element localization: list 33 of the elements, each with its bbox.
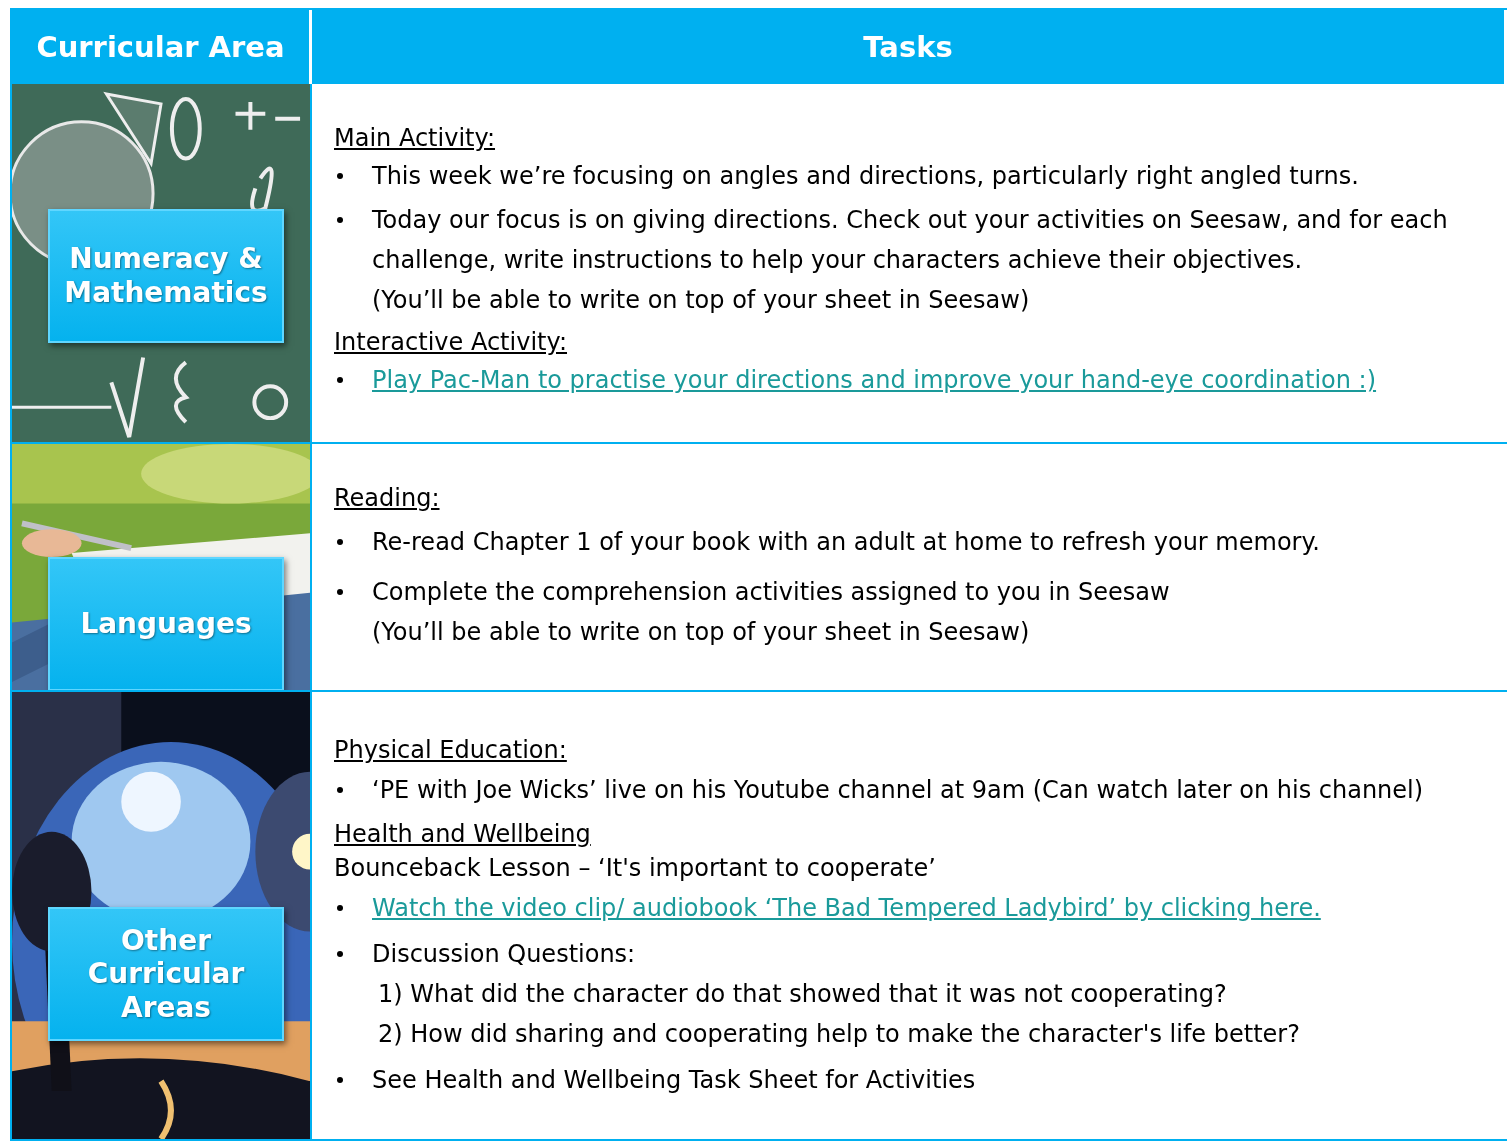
task-text: This week we’re focusing on angles and directions, particularly right angled turns. xyxy=(372,161,1360,192)
link[interactable]: Watch the video clip/ audiobook ‘The Bad Tempered Ladybird’ by clicking here. xyxy=(372,888,1499,928)
paragraph: Bounceback Lesson – ‘It's important to cooperate’ xyxy=(334,854,937,882)
task-text: Discussion Questions: xyxy=(372,939,637,970)
section-heading: Health and Wellbeing xyxy=(334,820,592,848)
bullet-icon xyxy=(337,787,343,793)
bullet-icon xyxy=(337,951,343,957)
task-text: Re-read Chapter 1 of your book with an adult at home to refresh your memory. xyxy=(372,527,1321,558)
task-text: 1) What did the character do that showed that it was not cooperating? xyxy=(377,979,1228,1010)
task-text: 2) How did sharing and cooperating help to make the character's life better? xyxy=(377,1019,1301,1050)
area-label: Other Curricular Areas xyxy=(48,907,284,1041)
bullet-icon xyxy=(337,1077,343,1083)
bullet-icon xyxy=(337,377,343,383)
bullet-icon xyxy=(337,217,343,223)
area-label: Numeracy & Mathematics xyxy=(48,209,284,343)
task-text: Today our focus is on giving directions. Check out your activities on Seesaw, and for each challenge, write instructions to help your characters achieve their objectives. xyxy=(372,205,1449,276)
bullet-icon xyxy=(337,539,343,545)
bullet-icon xyxy=(337,173,343,179)
task-text: ‘PE with Joe Wicks’ live on his Youtube channel at 9am (Can watch later on his channel) xyxy=(372,775,1425,806)
bullet-icon xyxy=(337,589,343,595)
column-header: Tasks xyxy=(312,10,1507,84)
task-text: See Health and Wellbeing Task Sheet for Activities xyxy=(372,1065,977,1096)
task-text: (You’ll be able to write on top of your sheet in Seesaw) xyxy=(372,617,1031,648)
link[interactable]: Play Pac-Man to practise your directions and improve your hand-eye coordination :) xyxy=(372,360,1499,400)
bullet-icon xyxy=(337,905,343,911)
section-heading: Main Activity: xyxy=(334,124,496,152)
section-heading: Reading: xyxy=(334,484,441,512)
section-heading: Interactive Activity: xyxy=(334,328,568,356)
column-header: Curricular Area xyxy=(12,10,312,84)
section-heading: Physical Education: xyxy=(334,736,568,764)
area-label: Languages xyxy=(48,557,284,690)
task-text: (You’ll be able to write on top of your sheet in Seesaw) xyxy=(372,285,1031,316)
task-text: Complete the comprehension activities assigned to you in Seesaw xyxy=(372,577,1171,608)
